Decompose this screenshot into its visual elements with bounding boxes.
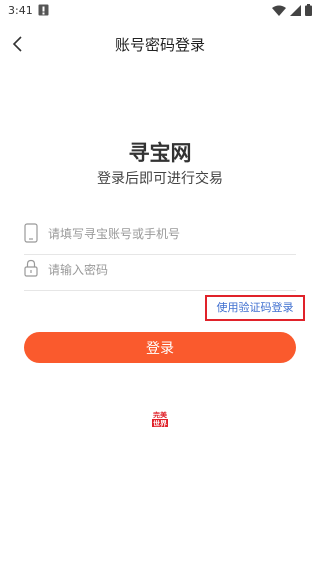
login-button[interactable]: 登录 — [24, 332, 296, 363]
account-input[interactable] — [46, 222, 290, 246]
brand-subtitle: 登录后即可进行交易 — [97, 171, 223, 187]
signal-icon — [290, 4, 301, 16]
wifi-icon — [272, 5, 286, 16]
logo-text-line-1: 完美 — [153, 410, 168, 419]
sim-alert-icon — [38, 4, 49, 16]
password-field — [24, 250, 296, 291]
page-title: 账号密码登录 — [114, 36, 205, 54]
perfect-world-logo: 完美 世界 — [152, 410, 168, 428]
password-input[interactable] — [46, 258, 290, 282]
nav-bar: 账号密码登录 — [0, 24, 320, 68]
brand-name: 寻宝网 — [128, 141, 192, 165]
lock-icon — [24, 259, 38, 277]
status-time: 3:41 — [8, 4, 33, 17]
status-bar: 3:41 — [0, 0, 320, 22]
logo-text-line-2: 世界 — [153, 419, 168, 428]
battery-icon — [305, 4, 312, 16]
sms-login-link[interactable]: 使用验证码登录 — [205, 295, 305, 321]
account-field — [24, 214, 296, 255]
status-icons — [272, 4, 312, 16]
phone-icon — [24, 223, 38, 243]
